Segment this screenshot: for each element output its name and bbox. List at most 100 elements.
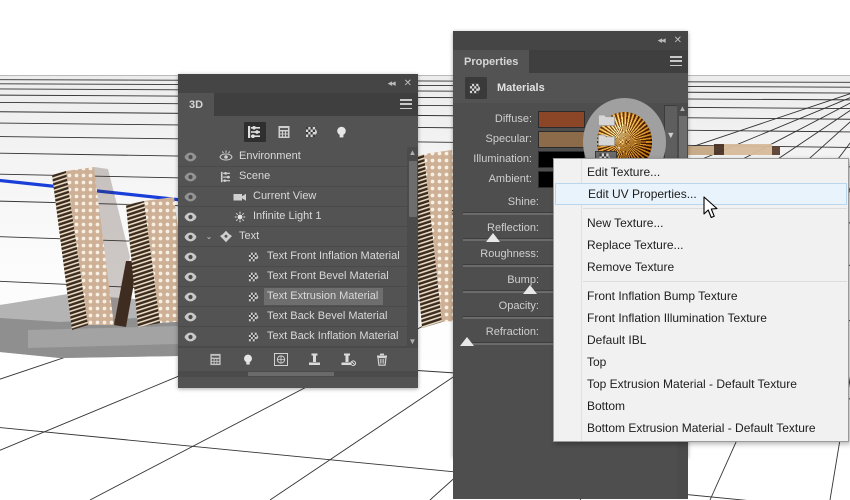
delete-button[interactable] (376, 353, 388, 366)
visibility-toggle-icon[interactable] (178, 272, 202, 282)
materials-section-header: Materials (453, 73, 688, 103)
tree-row-label: Environment (239, 150, 301, 162)
environment-icon (216, 150, 236, 163)
materials-icon (244, 291, 264, 303)
shine-label: Shine: (507, 196, 539, 208)
refraction-slider-thumb[interactable] (460, 337, 475, 346)
materials-icon (465, 77, 487, 99)
collapse-icon[interactable]: ◂◂ (658, 36, 666, 45)
tree-row-label: Scene (239, 170, 271, 182)
tab-properties[interactable]: Properties (453, 50, 530, 73)
materials-icon (244, 271, 264, 283)
menu-item-top[interactable]: Top (554, 351, 848, 373)
materials-icon (244, 311, 264, 323)
remove-constraint-button[interactable] (341, 353, 356, 366)
tree-row-text-extrusion-material[interactable]: Text Extrusion Material (178, 287, 418, 307)
visibility-toggle-icon[interactable] (178, 312, 202, 322)
add-constraint-button[interactable] (308, 353, 321, 366)
add-mesh-button[interactable] (209, 353, 222, 366)
3d-panel-hscrollbar[interactable] (178, 371, 418, 377)
visibility-toggle-icon[interactable] (178, 252, 202, 262)
menu-item-remove-texture[interactable]: Remove Texture (554, 256, 848, 278)
menu-item-default-ibl[interactable]: Default IBL (554, 329, 848, 351)
visibility-toggle-icon[interactable] (178, 192, 202, 202)
tree-row-text[interactable]: ⌄ Text (178, 227, 418, 247)
properties-tabstrip: Properties (453, 50, 688, 73)
close-icon[interactable]: ✕ (404, 78, 412, 89)
diffuse-texture-menu-button[interactable] (595, 111, 620, 130)
visibility-toggle-icon[interactable] (178, 232, 202, 242)
scene-filter-button[interactable] (243, 121, 266, 142)
panel-menu-icon[interactable] (670, 56, 682, 66)
diffuse-color-swatch[interactable] (538, 110, 585, 128)
scroll-up-icon[interactable]: ▲ (409, 148, 417, 157)
menu-item-new-texture[interactable]: New Texture... (554, 212, 848, 234)
materials-filter-button[interactable] (302, 122, 324, 142)
bump-slider-thumb[interactable] (522, 285, 537, 294)
disclosure-triangle-icon[interactable]: ⌄ (202, 232, 216, 241)
visibility-toggle-icon[interactable] (178, 332, 202, 342)
tree-row-text-back-bevel-material[interactable]: Text Back Bevel Material (178, 307, 418, 327)
visibility-toggle-icon[interactable] (178, 152, 202, 162)
specular-color-swatch[interactable] (538, 130, 585, 148)
tab-3d[interactable]: 3D (178, 93, 215, 116)
menu-item-replace-texture[interactable]: Replace Texture... (554, 234, 848, 256)
add-environment-button[interactable] (273, 353, 288, 366)
tabstrip-filler (214, 93, 418, 116)
tree-row-label: Current View (253, 190, 317, 202)
visibility-toggle-icon[interactable] (178, 212, 202, 222)
tree-row-current-view[interactable]: Current View (178, 187, 418, 207)
diffuse-label: Diffuse: (494, 113, 532, 125)
3d-panel-bottom-toolbar (178, 347, 418, 371)
materials-icon (306, 126, 317, 137)
tree-row-environment[interactable]: Environment (178, 147, 418, 167)
collapse-icon[interactable]: ◂◂ (388, 79, 396, 88)
tree-row-text-front-inflation-material[interactable]: Text Front Inflation Material (178, 247, 418, 267)
constraint-remove-icon (341, 353, 356, 366)
mesh-icon (278, 125, 289, 138)
scroll-down-icon[interactable]: ▼ (409, 337, 417, 346)
tabstrip-filler (529, 50, 688, 73)
menu-item-bottom[interactable]: Bottom (554, 395, 848, 417)
visibility-toggle-icon[interactable] (178, 292, 202, 302)
light-bulb-icon (230, 211, 250, 223)
specular-texture-menu-button[interactable] (595, 131, 620, 150)
mesh-text-icon (216, 230, 236, 243)
tree-row-scene[interactable]: Scene (178, 167, 418, 187)
tree-row-infinite-light-1[interactable]: Infinite Light 1 (178, 207, 418, 227)
tree-row-text-back-inflation-material[interactable]: Text Back Inflation Material (178, 327, 418, 347)
tree-row-label: Text Extrusion Material (264, 288, 384, 305)
tree-row-label: Text Back Bevel Material (267, 310, 388, 322)
tree-row-text-front-bevel-material[interactable]: Text Front Bevel Material (178, 267, 418, 287)
camera-icon (230, 192, 250, 202)
3d-panel[interactable]: ◂◂ ✕ 3D Environment Scene Current View I… (178, 74, 418, 388)
add-light-button[interactable] (242, 353, 254, 366)
menu-item-front-inflation-bump-texture[interactable]: Front Inflation Bump Texture (554, 285, 848, 307)
scrollbar-thumb[interactable] (408, 161, 417, 217)
material-preset-dropdown[interactable]: ▼ (663, 105, 678, 165)
3d-scene-tree[interactable]: Environment Scene Current View Infinite Lig… (178, 147, 418, 347)
mesh-icon (209, 353, 221, 366)
3d-tree-scrollbar[interactable]: ▲ ▼ (407, 147, 418, 347)
close-icon[interactable]: ✕ (674, 35, 682, 46)
illumination-label: Illumination: (473, 153, 532, 165)
menu-item-front-inflation-illumination-texture[interactable]: Front Inflation Illumination Texture (554, 307, 848, 329)
materials-label: Materials (497, 82, 545, 94)
lights-filter-button[interactable] (331, 122, 353, 142)
reflection-slider-thumb[interactable] (486, 233, 501, 242)
menu-item-edit-texture[interactable]: Edit Texture... (554, 161, 848, 183)
scroll-up-icon[interactable]: ▲ (677, 103, 688, 114)
tree-row-label: Text Back Inflation Material (267, 330, 399, 342)
menu-item-top-extrusion-material-default-texture[interactable]: Top Extrusion Material - Default Texture (554, 373, 848, 395)
properties-titlebar: ◂◂ ✕ (453, 31, 688, 50)
menu-separator (583, 281, 847, 282)
constraint-add-icon (308, 353, 320, 365)
menu-item-bottom-extrusion-material-default-texture[interactable]: Bottom Extrusion Material - Default Text… (554, 417, 848, 439)
menu-item-edit-uv-properties[interactable]: Edit UV Properties... (555, 183, 847, 205)
visibility-toggle-icon[interactable] (178, 172, 202, 182)
mesh-filter-button[interactable] (273, 122, 295, 142)
roughness-label: Roughness: (480, 248, 539, 260)
panel-menu-icon[interactable] (400, 99, 412, 109)
texture-context-menu[interactable]: Edit Texture... Edit UV Properties... New … (553, 158, 849, 442)
tree-row-label: Text Front Bevel Material (267, 270, 389, 282)
